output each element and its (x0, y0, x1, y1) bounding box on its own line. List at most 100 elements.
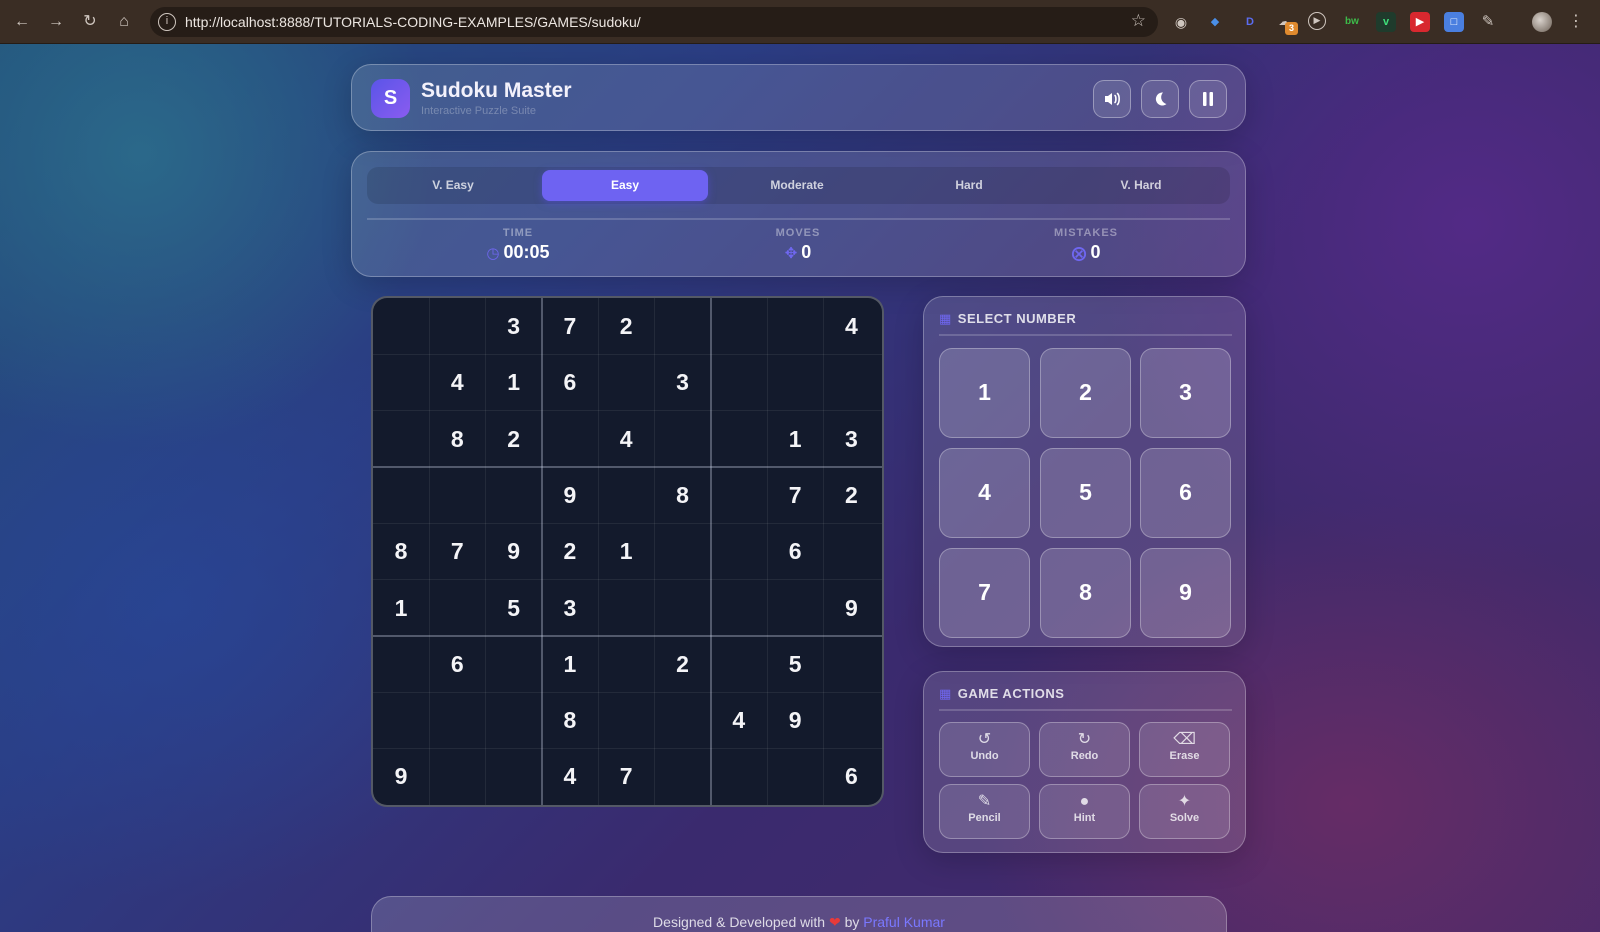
sudoku-cell[interactable]: 8 (373, 523, 429, 579)
sudoku-cell[interactable] (542, 411, 598, 467)
address-bar[interactable]: i http://localhost:8888/TUTORIALS-CODING… (150, 7, 1158, 37)
number-button-9[interactable]: 9 (1140, 548, 1231, 638)
solve-button[interactable]: ✦ Solve (1139, 784, 1230, 839)
sudoku-cell[interactable] (767, 298, 823, 354)
sudoku-cell[interactable] (655, 523, 711, 579)
sudoku-cell[interactable] (767, 354, 823, 410)
sudoku-cell[interactable]: 5 (767, 636, 823, 692)
sudoku-cell[interactable] (429, 580, 485, 636)
sudoku-cell[interactable] (655, 411, 711, 467)
undo-button[interactable]: ↺ Undo (939, 722, 1030, 777)
bw-extension-icon[interactable]: bw (1342, 12, 1362, 32)
sudoku-cell[interactable]: 8 (655, 467, 711, 523)
sudoku-cell[interactable]: 3 (655, 354, 711, 410)
sudoku-cell[interactable] (429, 467, 485, 523)
back-icon[interactable]: ← (11, 11, 33, 33)
sudoku-cell[interactable] (711, 298, 767, 354)
difficulty-very-easy[interactable]: V. Easy (370, 170, 536, 201)
reload-icon[interactable]: ↻ (79, 11, 101, 33)
erase-button[interactable]: ⌫ Erase (1139, 722, 1230, 777)
sudoku-cell[interactable] (598, 580, 654, 636)
sudoku-cell[interactable] (767, 580, 823, 636)
home-icon[interactable]: ⌂ (113, 11, 135, 33)
sudoku-cell[interactable] (429, 748, 485, 804)
sudoku-cell[interactable]: 1 (767, 411, 823, 467)
sudoku-cell[interactable]: 4 (823, 298, 879, 354)
sudoku-cell[interactable] (711, 748, 767, 804)
number-button-7[interactable]: 7 (939, 548, 1030, 638)
number-button-8[interactable]: 8 (1040, 548, 1131, 638)
sudoku-cell[interactable]: 9 (767, 692, 823, 748)
sudoku-cell[interactable]: 2 (598, 298, 654, 354)
docs-extension-icon[interactable]: □ (1444, 12, 1464, 32)
sudoku-cell[interactable] (429, 298, 485, 354)
sudoku-cell[interactable] (373, 467, 429, 523)
sudoku-cell[interactable] (373, 636, 429, 692)
number-button-6[interactable]: 6 (1140, 448, 1231, 538)
sudoku-cell[interactable]: 9 (486, 523, 542, 579)
d-extension-icon[interactable]: D (1240, 12, 1260, 32)
sudoku-cell[interactable] (373, 411, 429, 467)
redo-button[interactable]: ↻ Redo (1039, 722, 1130, 777)
sudoku-cell[interactable] (373, 298, 429, 354)
v-extension-icon[interactable]: v (1376, 12, 1396, 32)
sudoku-cell[interactable] (823, 354, 879, 410)
sudoku-cell[interactable]: 1 (598, 523, 654, 579)
sudoku-cell[interactable] (711, 580, 767, 636)
sudoku-cell[interactable]: 2 (486, 411, 542, 467)
sudoku-cell[interactable] (711, 523, 767, 579)
sudoku-cell[interactable]: 3 (823, 411, 879, 467)
sudoku-cell[interactable] (711, 467, 767, 523)
sudoku-cell[interactable] (598, 692, 654, 748)
sudoku-cell[interactable]: 2 (542, 523, 598, 579)
shield-extension-icon[interactable]: ◆ (1205, 12, 1225, 32)
number-button-5[interactable]: 5 (1040, 448, 1131, 538)
sudoku-cell[interactable]: 7 (767, 467, 823, 523)
sudoku-cell[interactable] (486, 692, 542, 748)
hint-button[interactable]: ● Hint (1039, 784, 1130, 839)
sudoku-cell[interactable] (711, 636, 767, 692)
sudoku-cell[interactable]: 6 (767, 523, 823, 579)
sudoku-cell[interactable]: 9 (823, 580, 879, 636)
sudoku-cell[interactable]: 6 (542, 354, 598, 410)
sudoku-cell[interactable] (823, 523, 879, 579)
difficulty-very-hard[interactable]: V. Hard (1058, 170, 1224, 201)
url-text[interactable]: http://localhost:8888/TUTORIALS-CODING-E… (185, 14, 641, 30)
sudoku-cell[interactable] (655, 748, 711, 804)
sound-button[interactable] (1093, 80, 1131, 118)
sudoku-cell[interactable]: 8 (542, 692, 598, 748)
bookmark-star-icon[interactable]: ☆ (1131, 11, 1146, 31)
sudoku-cell[interactable] (767, 748, 823, 804)
sudoku-cell[interactable]: 3 (542, 580, 598, 636)
sudoku-cell[interactable] (598, 467, 654, 523)
pencil-button[interactable]: ✎ Pencil (939, 784, 1030, 839)
sudoku-cell[interactable] (373, 354, 429, 410)
sudoku-cell[interactable] (711, 411, 767, 467)
sudoku-cell[interactable]: 4 (542, 748, 598, 804)
camera-extension-icon[interactable]: ◉ (1171, 12, 1191, 32)
sudoku-cell[interactable]: 4 (429, 354, 485, 410)
sudoku-cell[interactable]: 2 (823, 467, 879, 523)
sudoku-cell[interactable]: 9 (542, 467, 598, 523)
sudoku-cell[interactable]: 1 (542, 636, 598, 692)
sudoku-cell[interactable] (655, 580, 711, 636)
sudoku-cell[interactable]: 6 (823, 748, 879, 804)
difficulty-moderate[interactable]: Moderate (714, 170, 880, 201)
forward-icon[interactable]: → (45, 11, 67, 33)
sudoku-cell[interactable] (823, 636, 879, 692)
number-button-1[interactable]: 1 (939, 348, 1030, 438)
sudoku-cell[interactable]: 7 (598, 748, 654, 804)
sudoku-cell[interactable] (373, 692, 429, 748)
number-button-3[interactable]: 3 (1140, 348, 1231, 438)
sudoku-cell[interactable]: 5 (486, 580, 542, 636)
puzzle-extensions-icon[interactable]: ✎ (1478, 12, 1498, 32)
sudoku-cell[interactable]: 1 (486, 354, 542, 410)
sudoku-cell[interactable]: 8 (429, 411, 485, 467)
theme-toggle-button[interactable] (1141, 80, 1179, 118)
number-button-4[interactable]: 4 (939, 448, 1030, 538)
red-extension-icon[interactable]: ▶ (1410, 12, 1430, 32)
sudoku-cell[interactable]: 4 (598, 411, 654, 467)
difficulty-hard[interactable]: Hard (886, 170, 1052, 201)
sudoku-cell[interactable] (655, 692, 711, 748)
sudoku-cell[interactable]: 1 (373, 580, 429, 636)
